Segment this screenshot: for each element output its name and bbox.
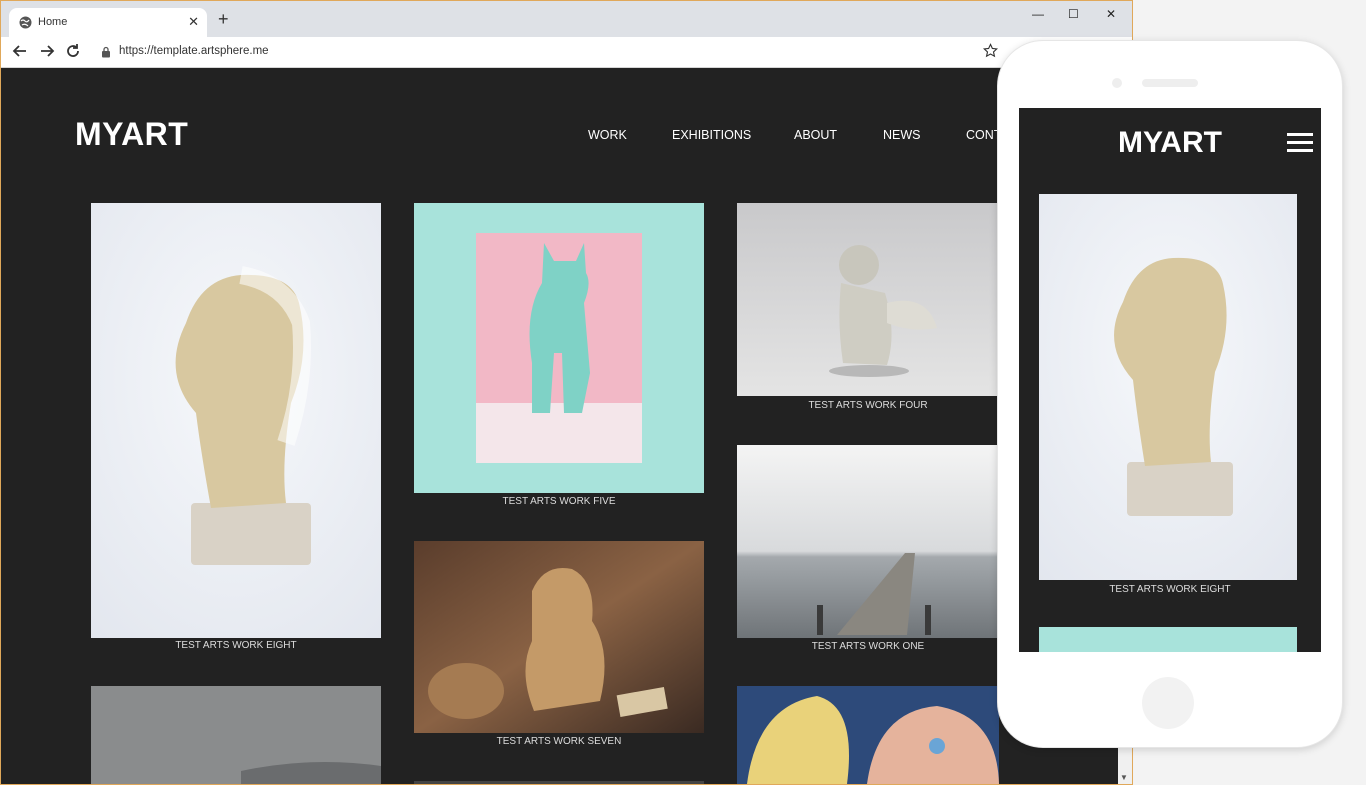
work-card[interactable]: TEST ARTS WORK FOUR xyxy=(737,203,999,418)
tab-title: Home xyxy=(38,16,68,28)
close-tab-icon[interactable]: ✕ xyxy=(188,14,199,30)
hamburger-menu-icon[interactable] xyxy=(1287,133,1313,153)
work-card[interactable]: TEST ARTS WORK ONE xyxy=(737,445,999,660)
nav-exhibitions[interactable]: EXHIBITIONS xyxy=(672,128,751,142)
work-card[interactable]: TEST ARTS WORK SEVEN xyxy=(414,541,704,753)
phone-home-button xyxy=(1142,677,1194,729)
phone-mockup: MYART TEST ARTS WORK EIGHT xyxy=(997,40,1343,748)
lock-icon xyxy=(102,46,110,58)
artwork-image xyxy=(414,203,704,493)
phone-speaker xyxy=(1142,79,1198,87)
nav-about[interactable]: ABOUT xyxy=(794,128,837,142)
work-caption: TEST ARTS WORK SEVEN xyxy=(496,736,622,747)
address-bar: https://template.artsphere.me xyxy=(1,37,1132,68)
artwork-image-partial[interactable] xyxy=(414,781,704,784)
globe-icon xyxy=(19,16,32,29)
artwork-image-partial[interactable] xyxy=(737,686,999,784)
forward-icon[interactable] xyxy=(39,43,55,59)
phone-camera xyxy=(1112,78,1122,88)
work-caption: TEST ARTS WORK FIVE xyxy=(502,496,616,507)
scroll-down-icon[interactable]: ▼ xyxy=(1120,773,1128,782)
back-icon[interactable] xyxy=(12,43,28,59)
new-tab-button[interactable]: + xyxy=(218,10,229,28)
browser-window: Home ✕ + — ☐ ✕ https://template.artspher… xyxy=(0,0,1133,785)
mobile-artwork-image[interactable] xyxy=(1039,194,1297,580)
nav-work[interactable]: WORK xyxy=(588,128,627,142)
mobile-screen: MYART TEST ARTS WORK EIGHT xyxy=(1019,108,1321,652)
reload-icon[interactable] xyxy=(65,43,81,59)
maximize-button[interactable]: ☐ xyxy=(1068,7,1079,21)
mobile-work-caption: TEST ARTS WORK EIGHT xyxy=(1109,584,1231,595)
artwork-image xyxy=(414,541,704,733)
site-page: MYART WORK EXHIBITIONS ABOUT NEWS CONT T… xyxy=(1,68,1118,784)
artwork-image-partial[interactable] xyxy=(91,686,381,784)
nav-news[interactable]: NEWS xyxy=(883,128,921,142)
close-window-button[interactable]: ✕ xyxy=(1106,7,1116,21)
work-caption: TEST ARTS WORK FOUR xyxy=(808,400,928,411)
bookmark-star-icon[interactable] xyxy=(983,43,998,58)
work-card[interactable]: TEST ARTS WORK EIGHT xyxy=(91,203,381,663)
work-caption: TEST ARTS WORK EIGHT xyxy=(175,640,297,651)
minimize-button[interactable]: — xyxy=(1032,7,1044,21)
url-text: https://template.artsphere.me xyxy=(119,45,269,57)
artwork-image xyxy=(91,203,381,638)
artwork-image xyxy=(737,203,999,396)
work-caption: TEST ARTS WORK ONE xyxy=(811,641,925,652)
artwork-image xyxy=(737,445,999,638)
tab-bar: Home ✕ + — ☐ ✕ xyxy=(1,1,1132,37)
browser-tab-home[interactable]: Home ✕ xyxy=(9,8,207,37)
site-logo[interactable]: MYART xyxy=(75,116,188,153)
url-field[interactable]: https://template.artsphere.me xyxy=(93,40,1003,64)
mobile-artwork-partial[interactable] xyxy=(1039,627,1297,652)
work-card[interactable]: TEST ARTS WORK FIVE xyxy=(414,203,704,513)
mobile-site-logo[interactable]: MYART xyxy=(1019,126,1321,160)
